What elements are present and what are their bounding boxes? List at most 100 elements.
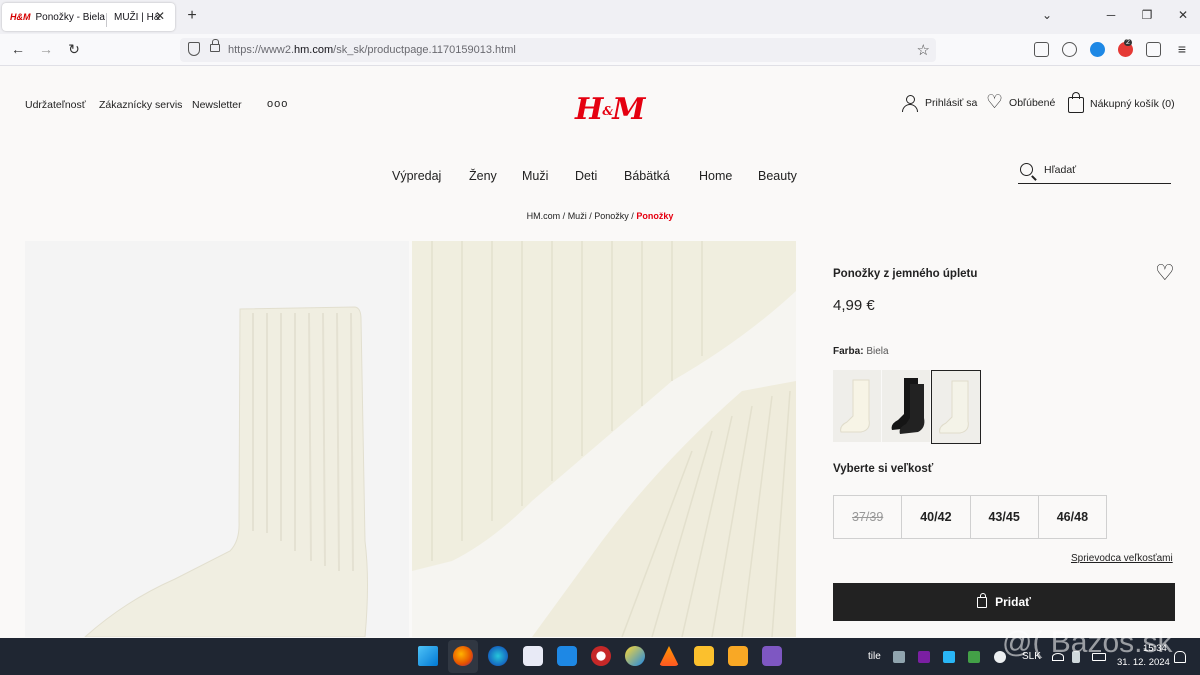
extension-badge: 2 xyxy=(1124,39,1132,46)
favorites-label: Obľúbené xyxy=(1009,97,1056,109)
breadcrumb-item-hm[interactable]: HM.com xyxy=(527,211,561,221)
search-icon[interactable] xyxy=(1020,163,1033,176)
link-newsletter[interactable]: Newsletter xyxy=(192,99,242,111)
shopping-bag-icon xyxy=(1068,92,1084,113)
nav-item-kids[interactable]: Deti xyxy=(575,169,597,183)
edge-icon[interactable] xyxy=(488,646,508,666)
product-image-main[interactable] xyxy=(25,241,409,637)
more-options-icon[interactable]: ooo xyxy=(267,98,288,110)
tray-app-icon[interactable] xyxy=(943,651,955,663)
menu-hamburger-icon[interactable]: ≡ xyxy=(1174,41,1190,57)
opera-icon[interactable] xyxy=(591,646,611,666)
app-icon[interactable] xyxy=(625,646,645,666)
product-price: 4,99 € xyxy=(833,297,875,314)
tab-separator xyxy=(106,13,107,27)
nav-item-sale[interactable]: Výpredaj xyxy=(392,169,441,183)
swatch-white-selected[interactable] xyxy=(931,370,981,444)
bag-icon xyxy=(977,592,988,608)
file-explorer-icon[interactable] xyxy=(728,646,748,666)
nav-item-baby[interactable]: Bábätká xyxy=(624,169,670,183)
color-value: Biela xyxy=(866,346,889,357)
size-option-37-39[interactable]: 37/39 xyxy=(834,496,903,538)
size-option-46-48[interactable]: 46/48 xyxy=(1038,496,1106,538)
size-option-43-45[interactable]: 43/45 xyxy=(970,496,1039,538)
extension-blue-icon[interactable] xyxy=(1090,42,1105,57)
tab-ponozky[interactable]: H&M Ponožky - Biela MUŽI | H& ✕ xyxy=(2,3,175,31)
tab-list-chevron-icon[interactable]: ⌄ xyxy=(1040,8,1054,22)
close-window-icon[interactable]: ✕ xyxy=(1176,8,1190,22)
restore-icon[interactable]: ❐ xyxy=(1140,8,1154,22)
nav-item-women[interactable]: Ženy xyxy=(469,169,497,183)
nav-item-beauty[interactable]: Beauty xyxy=(758,169,797,183)
size-option-40-42[interactable]: 40/42 xyxy=(902,496,971,538)
breadcrumb-separator: / xyxy=(631,211,634,221)
tracking-shield-icon[interactable] xyxy=(188,42,200,56)
skype-icon[interactable] xyxy=(893,651,905,663)
tab-close-icon[interactable]: ✕ xyxy=(155,9,165,23)
cart-label: Nákupný košík (0) xyxy=(1090,97,1175,110)
minimize-icon[interactable]: ─ xyxy=(1104,8,1118,22)
back-arrow-icon[interactable]: ← xyxy=(10,41,26,57)
favorites-link[interactable]: ♡ Obľúbené xyxy=(986,92,1056,113)
size-label: Vyberte si veľkosť xyxy=(833,463,934,475)
breadcrumb-item-socks[interactable]: Ponožky xyxy=(594,211,629,221)
size-guide-link[interactable]: Sprievodca veľkosťami xyxy=(1071,553,1173,564)
forward-arrow-icon[interactable]: → xyxy=(38,41,54,57)
store-icon[interactable] xyxy=(523,646,543,666)
breadcrumb-current: Ponožky xyxy=(636,211,674,221)
color-label: Farba: Biela xyxy=(833,346,889,357)
app-purple-icon[interactable] xyxy=(762,646,782,666)
product-image-detail[interactable] xyxy=(412,241,796,637)
browser-tab-bar: H&M Ponožky - Biela MUŽI | H& ✕ + ⌄ ─ ❐ … xyxy=(0,0,1200,34)
hm-favicon: H&M xyxy=(10,12,31,22)
size-selector: 37/39 40/42 43/45 46/48 xyxy=(833,495,1107,539)
browser-toolbar: ← → ↻ https://www2.hm.com/sk_sk/productp… xyxy=(0,34,1200,66)
link-customer-service[interactable]: Zákaznícky servis xyxy=(99,99,182,111)
onenote-icon[interactable] xyxy=(918,651,930,663)
url-bar[interactable]: https://www2.hm.com/sk_sk/productpage.11… xyxy=(180,38,936,62)
account-icon[interactable] xyxy=(1062,42,1077,57)
firefox-icon[interactable] xyxy=(453,646,473,666)
person-icon xyxy=(901,94,919,112)
color-label-key: Farba: xyxy=(833,346,864,357)
mafia-icon[interactable] xyxy=(557,646,577,666)
heart-icon: ♡ xyxy=(986,92,1004,113)
login-label: Prihlásiť sa xyxy=(925,97,978,109)
sock-closeup-illustration xyxy=(412,241,796,637)
new-tab-plus-icon[interactable]: + xyxy=(184,8,200,24)
vlc-icon[interactable] xyxy=(659,646,679,666)
defender-icon[interactable] xyxy=(968,651,980,663)
nav-item-men[interactable]: Muži xyxy=(522,169,548,183)
tab-title: Ponožky - Biela xyxy=(35,11,105,23)
swatch-cream-image xyxy=(840,379,870,433)
weather-text[interactable]: tile xyxy=(868,651,881,662)
reload-icon[interactable]: ↻ xyxy=(66,41,82,57)
swatch-white-image xyxy=(939,380,969,434)
tool-icon[interactable] xyxy=(694,646,714,666)
hm-logo[interactable]: H&M xyxy=(575,92,645,127)
nav-item-home[interactable]: Home xyxy=(699,169,732,183)
add-to-cart-button[interactable]: Pridať xyxy=(833,583,1175,621)
notification-bell-icon[interactable] xyxy=(1174,651,1186,663)
swatch-cream[interactable] xyxy=(833,370,881,442)
swatch-black-image xyxy=(891,378,925,434)
breadcrumb-separator: / xyxy=(562,211,566,221)
pocket-icon[interactable] xyxy=(1034,42,1049,57)
lock-icon[interactable] xyxy=(210,39,220,52)
extensions-puzzle-icon[interactable] xyxy=(1146,42,1161,57)
swatch-black[interactable] xyxy=(882,370,930,442)
url-text[interactable]: https://www2.hm.com/sk_sk/productpage.11… xyxy=(228,44,516,56)
start-windows-icon[interactable] xyxy=(418,646,438,666)
add-favorite-heart-icon[interactable]: ♡ xyxy=(1155,262,1175,284)
breadcrumb-item-men[interactable]: Muži xyxy=(568,211,587,221)
bazos-watermark: @( Bazos.sk xyxy=(1002,626,1173,659)
breadcrumb-separator: / xyxy=(589,211,592,221)
search-input[interactable]: Hľadať xyxy=(1018,160,1171,184)
login-link[interactable]: Prihlásiť sa xyxy=(901,94,977,112)
breadcrumb: HM.com / Muži / Ponožky / Ponožky xyxy=(0,211,1200,221)
cart-link[interactable]: Nákupný košík (0) xyxy=(1068,92,1175,113)
product-title: Ponožky z jemného úpletu xyxy=(833,268,978,280)
link-sustainability[interactable]: Udržateľnosť xyxy=(25,99,86,111)
bookmark-star-icon[interactable]: ☆ xyxy=(917,41,930,59)
tab-title-muzi[interactable]: MUŽI | H& xyxy=(114,12,160,23)
